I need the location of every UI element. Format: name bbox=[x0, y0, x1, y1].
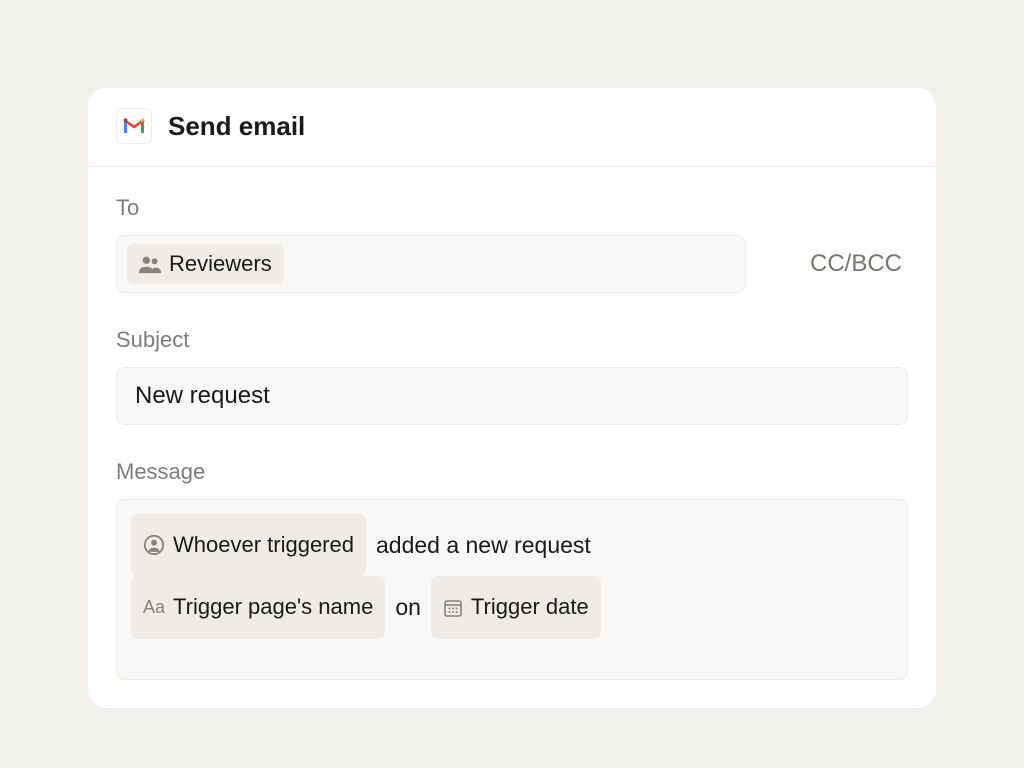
to-input[interactable]: Reviewers bbox=[116, 235, 746, 293]
message-label: Message bbox=[116, 459, 908, 485]
message-line-1: Whoever triggered added a new request bbox=[131, 514, 893, 576]
token-trigger-page-name[interactable]: Aa Trigger page's name bbox=[131, 576, 385, 638]
token-whoever-triggered[interactable]: Whoever triggered bbox=[131, 514, 366, 576]
gmail-icon bbox=[116, 108, 152, 144]
subject-input[interactable]: New request bbox=[116, 367, 908, 425]
token-page-name-label: Trigger page's name bbox=[173, 583, 373, 631]
text-aa-icon: Aa bbox=[143, 588, 165, 628]
subject-value: New request bbox=[127, 376, 278, 416]
token-whoever-label: Whoever triggered bbox=[173, 521, 354, 569]
to-chip-label: Reviewers bbox=[169, 251, 272, 277]
calendar-icon bbox=[443, 598, 463, 618]
message-text-added: added a new request bbox=[376, 520, 591, 571]
to-chip-reviewers[interactable]: Reviewers bbox=[127, 244, 284, 284]
send-email-card: Send email To Reviewers CC/BCC Subject bbox=[88, 88, 936, 708]
token-trigger-date-label: Trigger date bbox=[471, 583, 589, 631]
message-field: Message Whoever triggered added a new re… bbox=[116, 459, 908, 680]
to-label: To bbox=[116, 195, 908, 221]
to-row: Reviewers CC/BCC bbox=[116, 235, 908, 293]
subject-field: Subject New request bbox=[116, 327, 908, 425]
card-title: Send email bbox=[168, 111, 305, 142]
message-line-2: Aa Trigger page's name on bbox=[131, 576, 893, 638]
subject-label: Subject bbox=[116, 327, 908, 353]
person-circle-icon bbox=[143, 534, 165, 556]
message-text-on: on bbox=[395, 582, 421, 633]
token-trigger-date[interactable]: Trigger date bbox=[431, 576, 601, 638]
people-icon bbox=[139, 254, 161, 274]
message-input[interactable]: Whoever triggered added a new request Aa… bbox=[116, 499, 908, 680]
card-header: Send email bbox=[88, 88, 936, 167]
cc-bcc-button[interactable]: CC/BCC bbox=[810, 250, 908, 278]
card-body: To Reviewers CC/BCC Subject New request bbox=[88, 167, 936, 708]
